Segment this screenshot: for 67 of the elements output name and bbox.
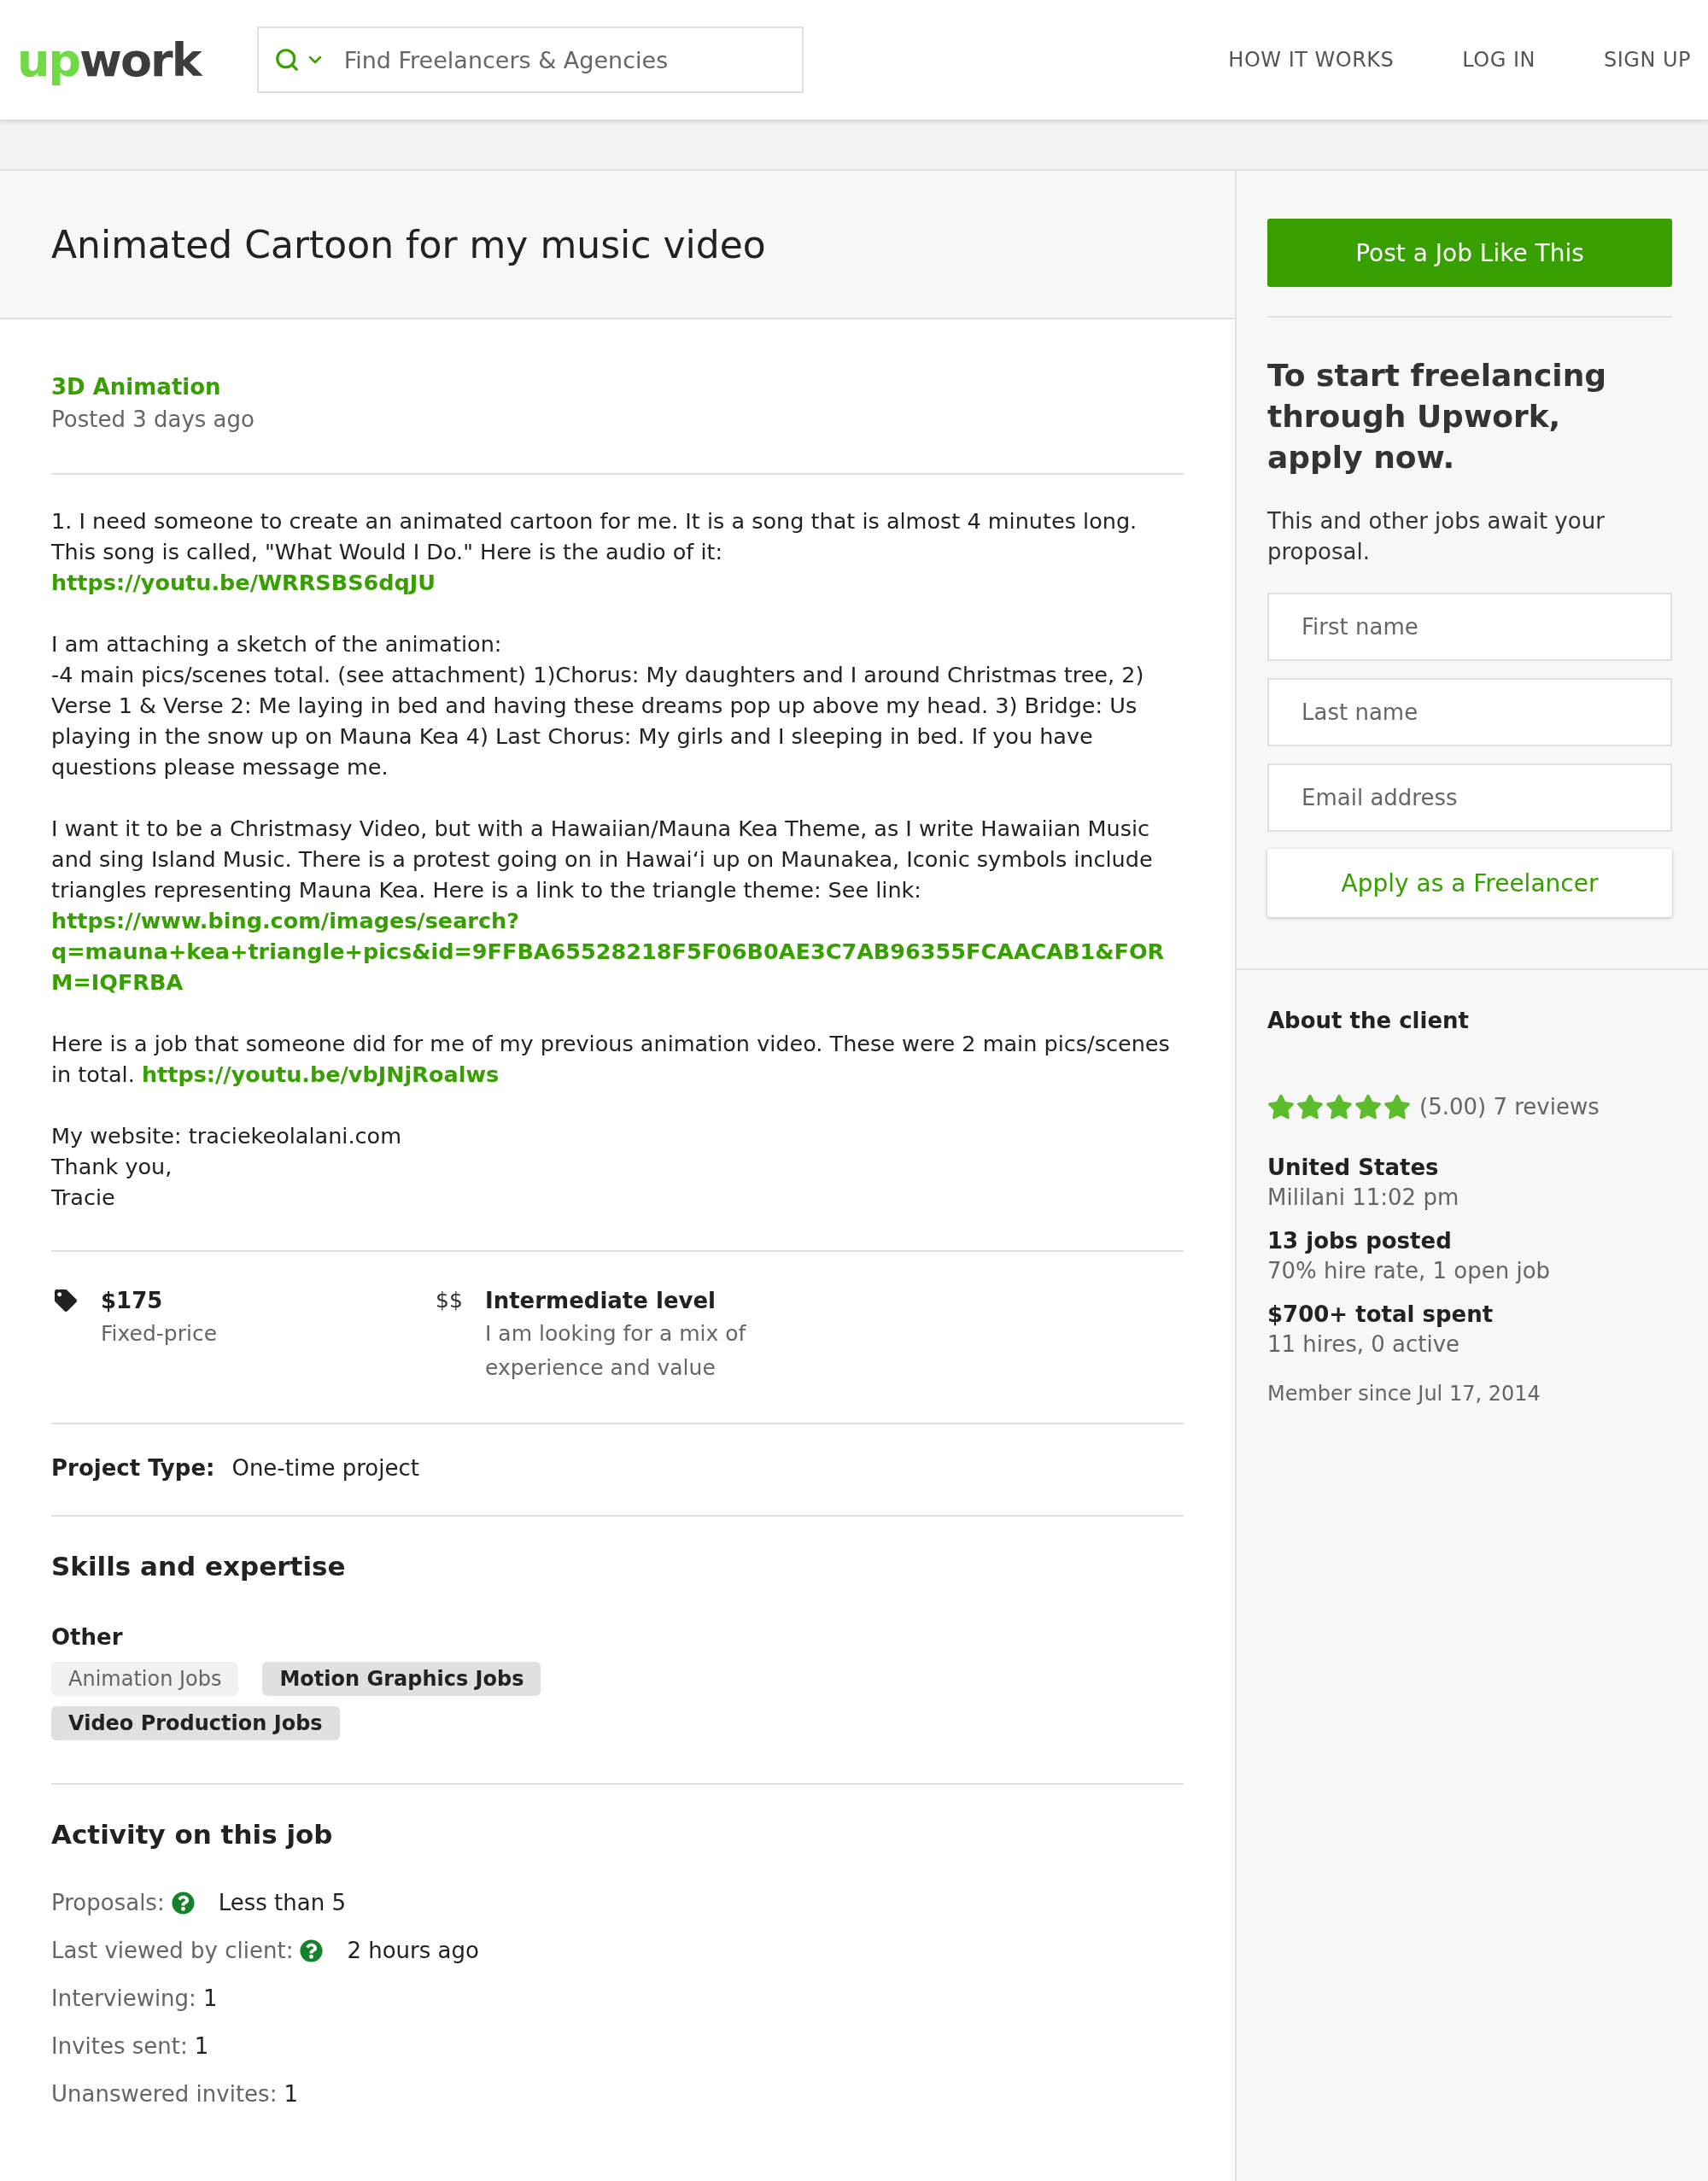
activity-value: 2 hours ago xyxy=(347,1937,479,1965)
activity-label: Unanswered invites: xyxy=(51,2080,278,2108)
section-heading: Skills and expertise xyxy=(51,1551,347,1582)
description-text: Thank you, xyxy=(51,1153,173,1181)
level-symbol: $$ xyxy=(436,1287,464,1314)
stat-title: United States xyxy=(1267,1154,1440,1182)
posted-time: Posted 3 days ago xyxy=(51,406,255,434)
star-icon xyxy=(1296,1093,1324,1120)
activity-value: 1 xyxy=(202,1985,218,2013)
activity-value: Less than 5 xyxy=(218,1889,346,1917)
search-icon xyxy=(273,47,300,73)
pitch-text: This and other jobs await your proposal. xyxy=(1267,507,1606,566)
star-icon xyxy=(1354,1093,1382,1120)
skill-tag[interactable]: Video Production Jobs xyxy=(51,1706,340,1740)
star-icon xyxy=(1325,1093,1353,1120)
description-text: I am attaching a sketch of the animation: xyxy=(51,630,503,658)
activity-label: Last viewed by client: xyxy=(51,1937,294,1965)
stat-detail: 11 hires, 0 active xyxy=(1267,1330,1461,1359)
nav-link[interactable]: LOG IN xyxy=(1462,48,1535,72)
project-type-label: Project Type: xyxy=(51,1455,215,1481)
help-icon[interactable] xyxy=(171,1891,195,1915)
rating-text: (5.00) 7 reviews xyxy=(1419,1094,1600,1120)
description-text: I want it to be a Christmasy Video, but with a Hawaiian/Mauna Kea Theme, as I write Hawaiian Music and sing Island Music. There is a protest going on in Hawaiʻi up on Maunakea, Iconic symbols include triangles representing Mauna Kea. Here is a link to the triangle theme: See link: xyxy=(51,815,1154,904)
link[interactable]: https://www.bing.com/images/search?q=mauna+kea+triangle+pics&id=9FFBA65528218F5F06B0AE3C7AB96355FCAACAB1&FORM=IQFRBA xyxy=(51,905,1184,997)
nav-link[interactable]: SIGN UP xyxy=(1603,48,1691,72)
activity-value: 1 xyxy=(194,2032,209,2061)
job-title: Animated Cartoon for my music video xyxy=(51,222,766,266)
description-text: Here is a job that someone did for me of my previous animation video. These were 2 main pics/scenes in total. https://youtu.be/vbJNjRoalws xyxy=(51,1030,1171,1089)
logo[interactable]: upwork xyxy=(17,32,201,87)
stat-title: 13 jobs posted xyxy=(1267,1227,1453,1255)
skill-group-title: Other xyxy=(51,1624,124,1650)
link[interactable]: https://youtu.be/WRRSBS6dqJU xyxy=(51,567,436,598)
description-text: 1. I need someone to create an animated cartoon for me. It is a song that is almost 4 minutes long. This song is called, "What Would I Do." Here is the audio of it: xyxy=(51,507,1138,566)
stat-detail: Mililani 11:02 pm xyxy=(1267,1184,1460,1212)
stat-title: $700+ total spent xyxy=(1267,1301,1494,1329)
input-field[interactable]: Last name xyxy=(1267,678,1672,746)
search-input[interactable]: Find Freelancers & Agencies xyxy=(342,45,787,74)
term-title: $175 xyxy=(101,1287,164,1315)
link[interactable]: https://youtu.be/vbJNjRoalws xyxy=(141,1061,500,1087)
help-icon[interactable] xyxy=(300,1938,324,1962)
activity-label: Proposals: xyxy=(51,1889,165,1917)
skill-tag[interactable]: Animation Jobs xyxy=(51,1662,239,1696)
project-type-value: One-time project xyxy=(231,1455,419,1481)
member-since: Member since Jul 17, 2014 xyxy=(1267,1382,1541,1406)
pitch-heading: To start freelancing through Upwork, apply now. xyxy=(1267,357,1608,477)
search-bar[interactable]: Find Freelancers & Agencies xyxy=(256,26,804,93)
client-heading: About the client xyxy=(1267,1008,1471,1033)
term-detail: Fixed-price xyxy=(101,1320,219,1348)
input-field[interactable]: Email address xyxy=(1267,763,1672,832)
post-job-button[interactable]: Post a Job Like This xyxy=(1267,219,1672,287)
activity-value: 1 xyxy=(284,2080,298,2108)
term-title: Intermediate level xyxy=(485,1287,717,1315)
activity-label: Invites sent: xyxy=(51,2032,188,2061)
apply-button[interactable]: Apply as a Freelancer xyxy=(1267,849,1672,917)
description-text: My website: traciekeolalani.com xyxy=(51,1122,402,1150)
input-field[interactable]: First name xyxy=(1267,593,1672,661)
section-heading: Activity on this job xyxy=(51,1819,334,1850)
stat-detail: 70% hire rate, 1 open job xyxy=(1267,1257,1552,1285)
description-text: -4 main pics/scenes total. (see attachment) 1)Chorus: My daughters and I around Christmas tree, 2) Verse 1 & Verse 2: Me laying in bed and having these dreams pop up above my head. 3) Bridge: Us playing in the snow up on Mauna Kea 4) Last Chorus: My girls and I sleeping in bed. If you have questions please message me. xyxy=(51,661,1145,781)
nav-link[interactable]: HOW IT WORKS xyxy=(1228,48,1395,72)
term-detail: I am looking for a mix of experience and value xyxy=(485,1320,747,1382)
category-link[interactable]: 3D Animation xyxy=(51,371,1184,403)
skill-tag[interactable]: Motion Graphics Jobs xyxy=(262,1662,541,1696)
star-icon xyxy=(1383,1093,1411,1120)
description-text: Tracie xyxy=(51,1184,116,1212)
activity-label: Interviewing: xyxy=(51,1985,196,2013)
star-icon xyxy=(1267,1093,1295,1120)
